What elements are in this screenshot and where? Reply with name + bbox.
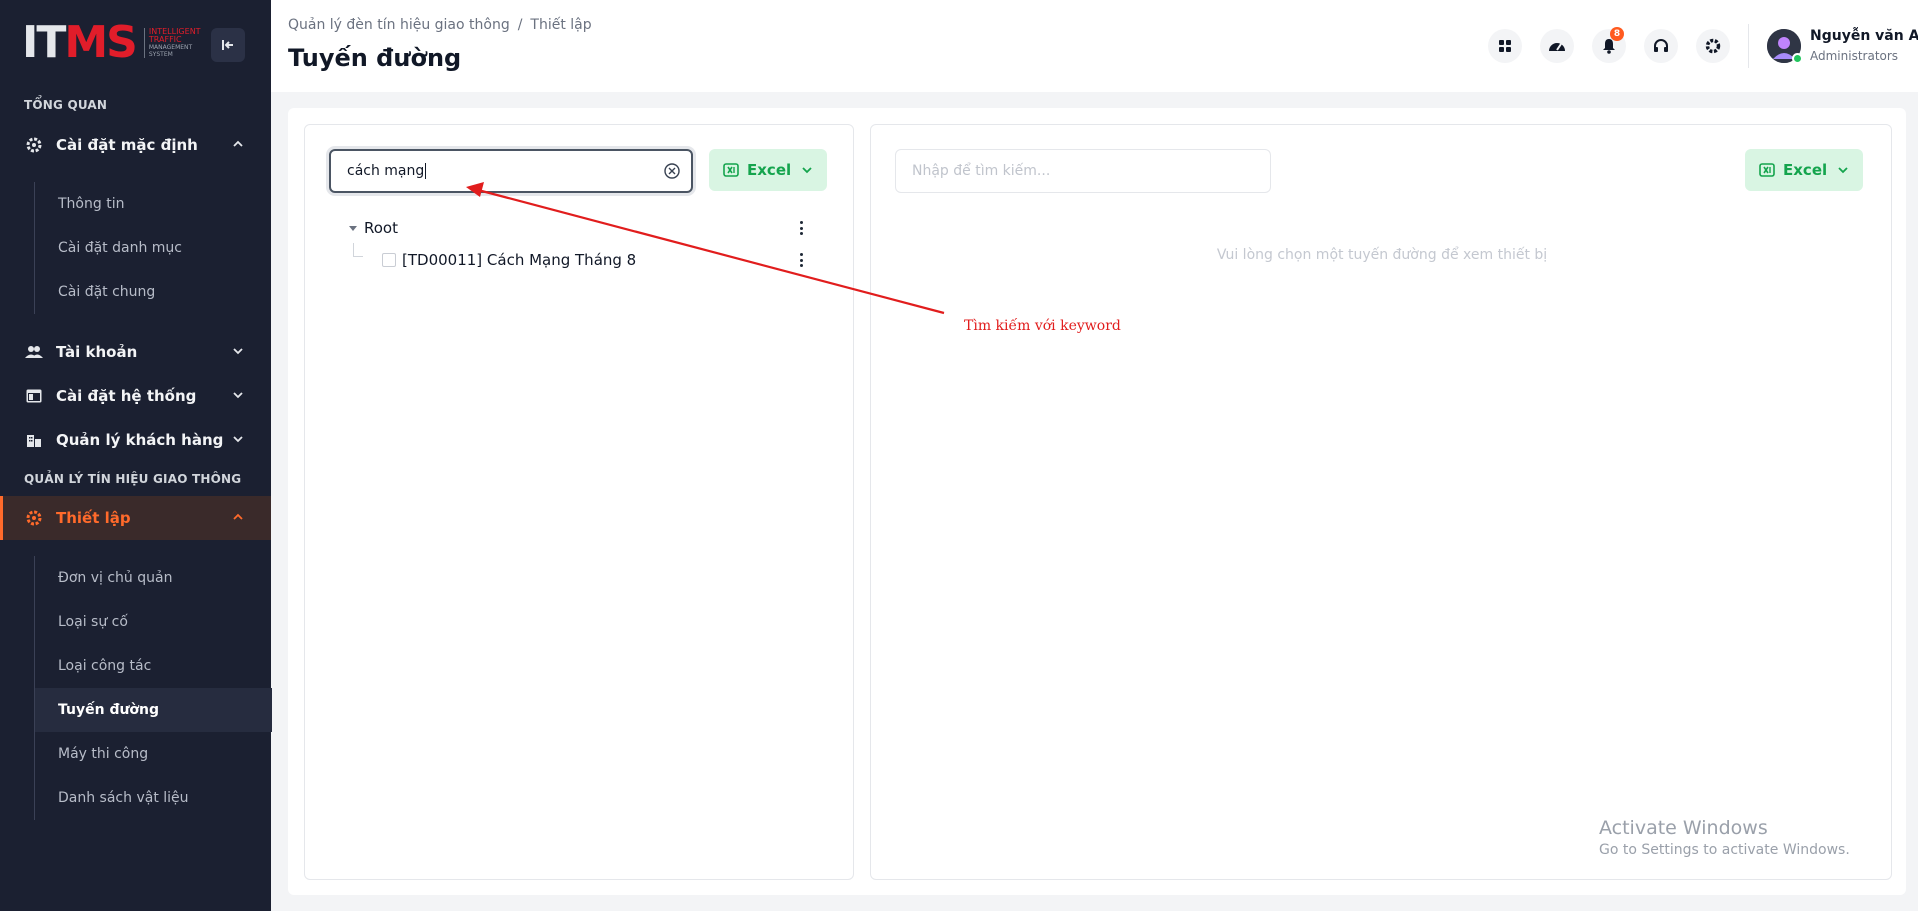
menu-label: Tài khoản xyxy=(56,343,138,361)
excel-button[interactable]: Excel xyxy=(709,149,828,191)
sidebar-item-materials[interactable]: Danh sách vật liệu xyxy=(35,776,272,820)
notifications-button[interactable]: 8 xyxy=(1592,27,1626,63)
settings-button[interactable] xyxy=(1696,29,1730,63)
route-search-input[interactable]: cách mạng xyxy=(329,149,693,193)
building-icon xyxy=(24,432,44,448)
top-header: Quản lý đèn tín hiệu giao thông / Thiết lậ… xyxy=(271,0,1918,92)
tree-node-label: [TD00011] Cách Mạng Tháng 8 xyxy=(402,251,637,269)
more-options-icon[interactable] xyxy=(799,253,803,267)
more-options-icon[interactable] xyxy=(799,221,803,235)
tree-node-checkbox[interactable] xyxy=(382,253,396,267)
empty-state-message: Vui lòng chọn một tuyến đường để xem thi… xyxy=(1216,247,1548,263)
search-placeholder: Nhập để tìm kiếm... xyxy=(912,163,1051,179)
chevron-down-icon xyxy=(802,167,812,174)
user-role: Administrators xyxy=(1810,49,1899,63)
dashboard-button[interactable] xyxy=(1540,29,1574,63)
search-input-value: cách mạng xyxy=(347,163,425,179)
breadcrumb-item-traffic-lights[interactable]: Quản lý đèn tín hiệu giao thông xyxy=(288,17,510,33)
excel-label: Excel xyxy=(1783,161,1828,179)
logo-mark: ITMS xyxy=(22,17,138,68)
sidebar-item-incident-type[interactable]: Loại sự cố xyxy=(35,600,272,644)
tree-node-label: Root xyxy=(364,219,398,237)
avatar[interactable] xyxy=(1767,29,1803,64)
excel-icon xyxy=(1759,163,1775,177)
caret-down-icon[interactable] xyxy=(348,223,358,233)
submenu-setup: Đơn vị chủ quản Loại sự cố Loại công tác… xyxy=(34,556,272,820)
online-status-indicator xyxy=(1792,53,1803,64)
routes-tree-panel: cách mạng Excel Root [TD00011] Cách Mạng… xyxy=(304,124,854,880)
sidebar-item-routes[interactable]: Tuyến đường xyxy=(35,688,272,732)
breadcrumb: Quản lý đèn tín hiệu giao thông / Thiết lậ… xyxy=(288,17,592,33)
watermark-line2: Go to Settings to activate Windows. xyxy=(1599,842,1850,858)
tree-connector xyxy=(353,243,363,257)
grid-icon xyxy=(1499,40,1511,52)
device-search-input[interactable]: Nhập để tìm kiếm... xyxy=(895,149,1271,193)
notification-badge: 8 xyxy=(1610,27,1624,41)
clear-icon[interactable] xyxy=(663,162,681,180)
chevron-up-icon xyxy=(233,140,243,147)
page-title: Tuyến đường xyxy=(288,44,462,72)
window-icon xyxy=(24,389,44,403)
excel-icon xyxy=(723,163,739,177)
menu-label: Cài đặt mặc định xyxy=(56,136,198,154)
section-title-traffic: QUẢN LÝ TÍN HIỆU GIAO THÔNG xyxy=(24,472,242,486)
sidebar-item-machinery[interactable]: Máy thi công xyxy=(35,732,272,776)
menu-label: Quản lý khách hàng xyxy=(56,431,224,449)
submenu-default-settings: Thông tin Cài đặt danh mục Cài đặt chung xyxy=(34,182,272,314)
app-logo[interactable]: ITMS INTELLIGENT TRAFFIC MANAGEMENT SYSTEM xyxy=(22,20,201,66)
main-content: cách mạng Excel Root [TD00011] Cách Mạng… xyxy=(288,108,1906,895)
menu-system-settings[interactable]: Cài đặt hệ thống xyxy=(0,374,271,418)
tree-node-route[interactable]: [TD00011] Cách Mạng Tháng 8 xyxy=(382,251,636,269)
gear-icon xyxy=(24,137,44,153)
chevron-down-icon xyxy=(233,392,243,399)
menu-label: Cài đặt hệ thống xyxy=(56,387,197,405)
menu-accounts[interactable]: Tài khoản xyxy=(0,330,271,374)
logo-subtitle: INTELLIGENT TRAFFIC MANAGEMENT SYSTEM xyxy=(143,28,201,58)
collapse-sidebar-button[interactable] xyxy=(211,28,245,62)
header-divider xyxy=(1748,24,1749,68)
menu-setup[interactable]: Thiết lập xyxy=(0,496,271,540)
gear-icon xyxy=(24,510,44,526)
sidebar: ITMS INTELLIGENT TRAFFIC MANAGEMENT SYSTEM … xyxy=(0,0,272,911)
sidebar-item-category-settings[interactable]: Cài đặt danh mục xyxy=(35,226,272,270)
sidebar-item-info[interactable]: Thông tin xyxy=(35,182,272,226)
chevron-down-icon xyxy=(1838,167,1848,174)
breadcrumb-item-setup[interactable]: Thiết lập xyxy=(530,17,591,33)
gear-icon xyxy=(1705,38,1721,54)
sidebar-item-managing-unit[interactable]: Đơn vị chủ quản xyxy=(35,556,272,600)
user-name[interactable]: Nguyễn văn A xyxy=(1810,28,1918,44)
devices-panel: Nhập để tìm kiếm... Excel Vui lòng chọn … xyxy=(870,124,1892,880)
excel-button[interactable]: Excel xyxy=(1745,149,1864,191)
section-title-overview: TỔNG QUAN xyxy=(24,98,108,112)
apps-button[interactable] xyxy=(1488,29,1522,63)
sidebar-item-work-type[interactable]: Loại công tác xyxy=(35,644,272,688)
headset-icon xyxy=(1654,39,1668,52)
chevron-down-icon xyxy=(233,436,243,443)
menu-label: Thiết lập xyxy=(56,509,131,527)
annotation-label: Tìm kiếm với keyword xyxy=(964,318,1121,334)
sidebar-item-general-settings[interactable]: Cài đặt chung xyxy=(35,270,272,314)
menu-customers[interactable]: Quản lý khách hàng xyxy=(0,418,271,462)
speedometer-icon xyxy=(1549,43,1565,51)
collapse-left-icon xyxy=(222,40,233,50)
watermark-line1: Activate Windows xyxy=(1599,817,1768,839)
tree-node-root[interactable]: Root xyxy=(348,219,398,237)
chevron-up-icon xyxy=(233,513,243,520)
excel-label: Excel xyxy=(747,161,792,179)
text-cursor xyxy=(425,163,427,179)
chevron-down-icon xyxy=(233,348,243,355)
users-icon xyxy=(24,345,44,359)
breadcrumb-separator: / xyxy=(517,17,523,33)
menu-default-settings[interactable]: Cài đặt mặc định xyxy=(0,123,271,167)
support-button[interactable] xyxy=(1644,29,1678,63)
